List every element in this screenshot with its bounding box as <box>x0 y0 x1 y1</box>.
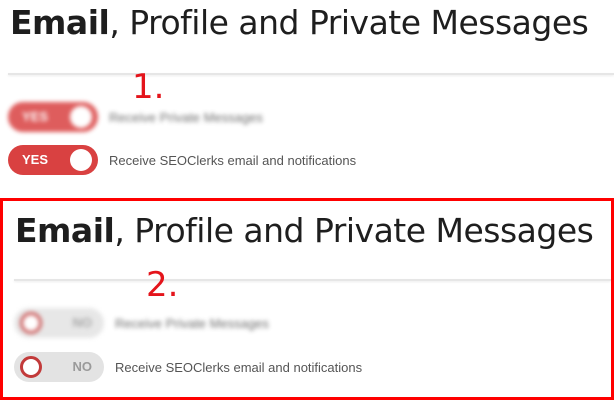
toggle-state-label: NO <box>72 315 93 330</box>
page-title-2: Email, Profile and Private Messages <box>15 211 594 250</box>
toggle-knob <box>20 312 42 334</box>
section-divider-1 <box>8 73 614 75</box>
step-number-1: 1. <box>132 67 165 107</box>
page-title-bold: Email <box>10 3 110 42</box>
email-notifications-toggle[interactable]: NO <box>14 352 104 382</box>
page-title-rest: , Profile and Private Messages <box>109 3 589 42</box>
setting-row-email-notifications: YES Receive SEOClerks email and notifica… <box>8 145 356 175</box>
section-divider-2 <box>14 279 611 281</box>
toggle-knob <box>20 356 42 378</box>
setting-row-private-messages: NO Receive Private Messages <box>14 308 269 338</box>
setting-label: Receive Private Messages <box>115 315 269 331</box>
email-notifications-toggle[interactable]: YES <box>8 145 98 175</box>
page-title-bold: Email <box>15 211 115 250</box>
toggle-knob <box>70 106 92 128</box>
setting-row-private-messages: YES Receive Private Messages <box>8 102 263 132</box>
page-title-1: Email, Profile and Private Messages <box>10 3 589 42</box>
setting-label: Receive Private Messages <box>109 109 263 125</box>
private-messages-toggle[interactable]: NO <box>14 308 104 338</box>
toggle-state-label: YES <box>22 152 49 167</box>
setting-label: Receive SEOClerks email and notification… <box>115 359 363 375</box>
setting-label: Receive SEOClerks email and notification… <box>109 152 357 168</box>
page-title-rest: , Profile and Private Messages <box>114 211 594 250</box>
toggle-knob <box>70 149 92 171</box>
toggle-state-label: NO <box>72 359 93 374</box>
setting-row-email-notifications: NO Receive SEOClerks email and notificat… <box>14 352 362 382</box>
private-messages-toggle[interactable]: YES <box>8 102 98 132</box>
toggle-state-label: YES <box>22 109 49 124</box>
step-number-2: 2. <box>146 265 179 305</box>
